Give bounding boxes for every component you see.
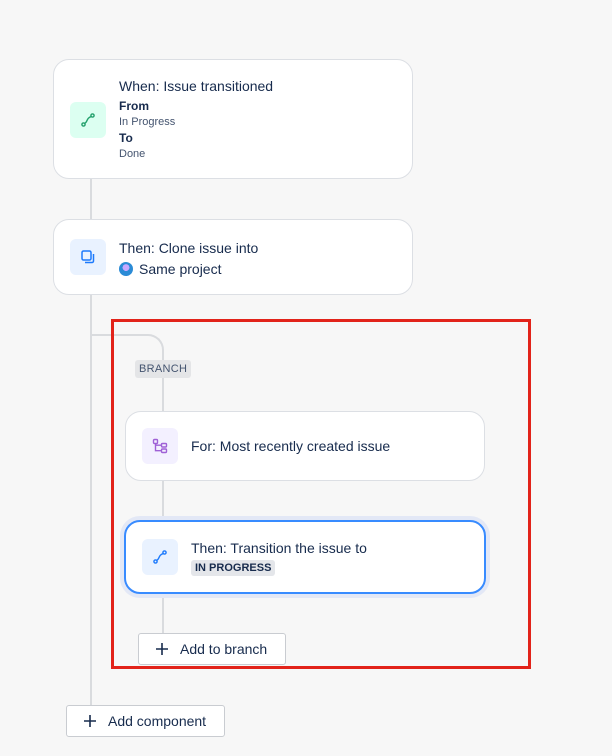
transition-action-card[interactable]: Then: Transition the issue to IN PROGRES… [124,520,486,594]
add-component-button[interactable]: Add component [66,705,225,737]
transition-icon [153,550,167,564]
to-label: To [119,131,133,145]
rule-canvas: When: Issue transitioned From In Progres… [0,0,612,756]
from-value: In Progress [119,116,176,128]
trigger-card[interactable]: When: Issue transitioned From In Progres… [53,59,413,179]
trigger-icon-box [70,102,106,138]
trigger-text: When: Issue transitioned From In Progres… [119,77,273,162]
add-to-branch-button[interactable]: Add to branch [138,633,286,665]
clone-title: Then: Clone issue into [119,240,259,256]
transition-icon [81,113,95,127]
project-row: Same project [119,261,258,277]
clone-action-card[interactable]: Then: Clone issue into Same project [53,219,413,295]
plus-icon [156,643,168,655]
add-to-branch-label: Add to branch [180,641,268,657]
transition-title: Then: Transition the issue to [191,539,367,556]
from-label: From [119,99,149,113]
branch-for-title: For: Most recently created issue [191,438,391,454]
trigger-title: When: Issue transitioned [119,78,274,94]
branch-tag: BRANCH [135,360,192,378]
clone-icon-box [70,239,106,275]
transition-icon-box [142,539,178,575]
project-name: Same project [139,261,222,277]
to-value: Done [119,148,146,160]
branch-for-text: For: Most recently created issue [191,437,390,455]
clone-icon [81,250,95,264]
transition-text: Then: Transition the issue to IN PROGRES… [191,539,367,576]
branch-for-card[interactable]: For: Most recently created issue [125,411,485,481]
status-lozenge: IN PROGRESS [191,559,276,576]
project-avatar [119,262,133,276]
add-component-label: Add component [108,713,207,729]
plus-icon [84,715,96,727]
branch-hierarchy-icon [152,438,168,454]
clone-text: Then: Clone issue into Same project [119,239,258,277]
branch-icon-box [142,428,178,464]
